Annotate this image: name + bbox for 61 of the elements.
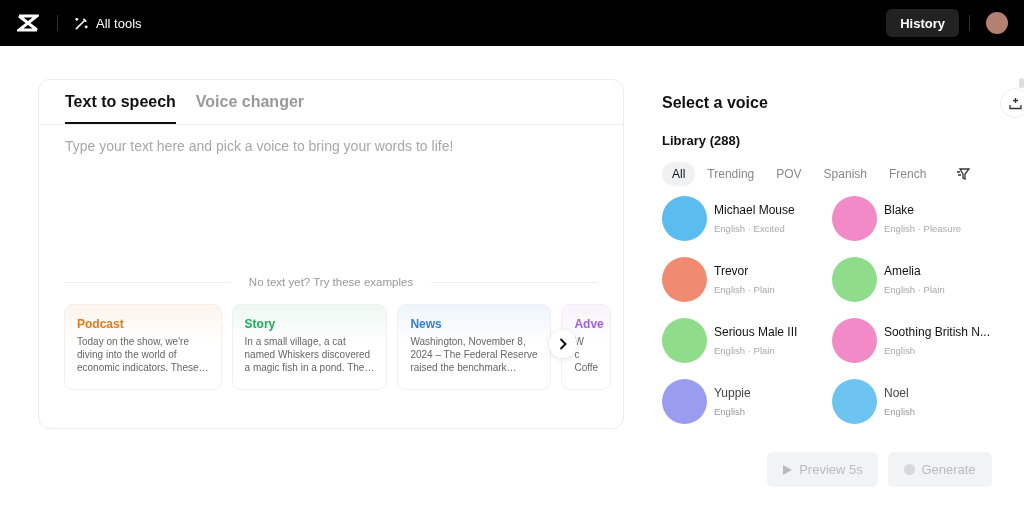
example-title: Story: [244, 317, 277, 331]
example-title: Podcast: [77, 317, 125, 331]
voice-name: Blake: [884, 203, 916, 217]
example-text: economic indicators. These…: [77, 361, 209, 374]
voice-item[interactable]: Blake English · Pleasure: [832, 196, 990, 241]
voice-name: Michael Mouse: [714, 203, 795, 217]
example-title: Adve: [574, 317, 604, 331]
voice-detail: English · Pleasure: [884, 223, 962, 234]
voice-name: Yuppie: [714, 386, 751, 400]
voice-name: Amelia: [884, 264, 922, 278]
logo-icon[interactable]: [17, 14, 39, 32]
example-card[interactable]: Story In a small village, a cat named Whiskers discovered a magic fish in a pond. The…: [231, 304, 388, 390]
panel-title: Select a voice: [662, 93, 769, 113]
filter-chip[interactable]: French: [879, 162, 937, 186]
example-text: Today on the show, we're: [77, 335, 190, 348]
chevron-right-icon: [559, 338, 567, 350]
filter-chip[interactable]: POV: [766, 162, 812, 186]
library-label: Library (288): [662, 133, 742, 148]
upload-button[interactable]: [1000, 88, 1024, 118]
example-card[interactable]: Podcast Today on the show, we're diving into the world of economic indicators. These…: [64, 304, 222, 390]
example-text: Washington, November 8,: [410, 335, 527, 348]
voice-item[interactable]: Soothing British N... English: [832, 318, 990, 363]
voice-item[interactable]: Trevor English · Plain: [662, 257, 832, 302]
voice-name: Soothing British N...: [883, 325, 990, 339]
voice-detail: English · Plain: [714, 284, 775, 295]
voice-item[interactable]: Amelia English · Plain: [832, 257, 990, 302]
example-text: raised the benchmark…: [410, 361, 518, 374]
example-text: diving into the world of: [77, 348, 178, 361]
voice-name: Trevor: [714, 264, 750, 278]
scrollbar[interactable]: [1019, 78, 1024, 88]
example-text: Coffe: [574, 361, 600, 374]
example-text: named Whiskers discovered: [244, 348, 372, 361]
filter-chip[interactable]: All: [662, 162, 696, 186]
filter-chip[interactable]: Trending: [697, 162, 765, 186]
example-text: a magic fish in a pond. The…: [244, 361, 375, 374]
examples-heading: No text yet? Try these examples: [248, 276, 414, 288]
filter-icon[interactable]: [956, 167, 971, 181]
voice-detail: English · Plain: [714, 345, 776, 356]
voice-item[interactable]: Yuppie English: [662, 379, 832, 424]
magic-wand-icon[interactable]: [74, 15, 89, 31]
example-text: c: [574, 348, 581, 361]
next-button[interactable]: [549, 330, 577, 358]
voice-item[interactable]: Serious Male III English · Plain: [662, 318, 832, 363]
voice-detail: English: [883, 345, 917, 356]
example-text: 2024 – The Federal Reserve: [410, 348, 539, 361]
play-icon: [782, 463, 794, 476]
voice-item[interactable]: Michael Mouse English · Excited: [662, 196, 832, 241]
user-avatar[interactable]: [986, 12, 1008, 34]
voice-detail: English: [884, 406, 916, 417]
voice-name: Serious Male III: [714, 325, 798, 339]
voice-detail: English: [714, 406, 747, 417]
example-title: News: [410, 317, 443, 331]
filter-chip[interactable]: Spanish: [813, 162, 877, 186]
example-text: In a small village, a cat: [244, 335, 347, 348]
voice-item[interactable]: Noel English: [832, 379, 990, 424]
voice-detail: English · Plain: [884, 284, 945, 295]
history-button[interactable]: History: [886, 9, 959, 37]
example-card[interactable]: News Washington, November 8, 2024 – The Federal Reserve raised the benchmark…: [397, 304, 552, 390]
voice-detail: English · Excited: [714, 223, 786, 234]
all-tools-link[interactable]: All tools: [96, 15, 142, 31]
voice-name: Noel: [884, 386, 910, 400]
